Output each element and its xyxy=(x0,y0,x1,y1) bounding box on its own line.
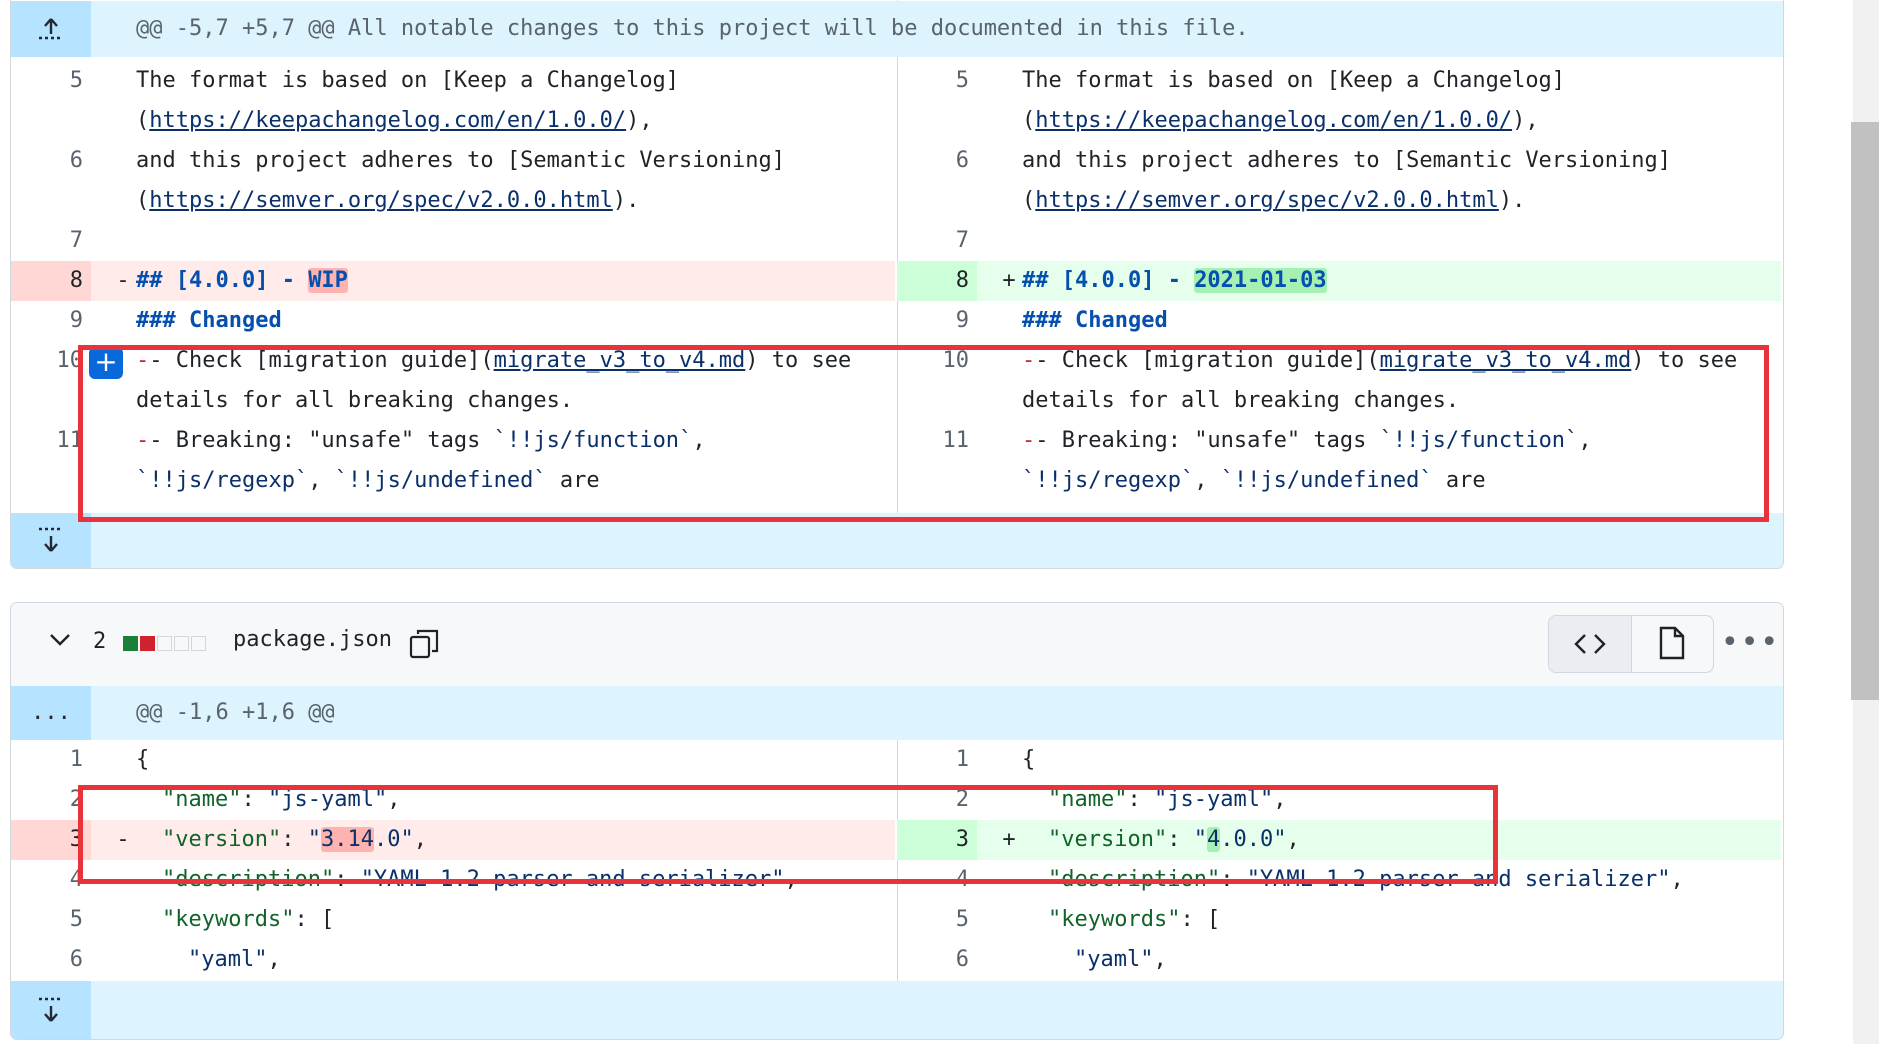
deleted-line: 3 - "version": "3.14.0", xyxy=(11,820,895,860)
expand-button[interactable]: ... xyxy=(11,686,91,740)
diff-file-package-json: 2 package.json ••• ... @@ -1,6 +1,6 @@ 1… xyxy=(10,602,1784,1040)
diff-row: 2 "name": "js-yaml", 2 "name": "js-yaml", xyxy=(69,787,1287,812)
diff-row: 11 -- Breaking: "unsafe" tags `!!js/func… xyxy=(56,428,1592,453)
source-diff-button[interactable] xyxy=(1549,616,1632,672)
added-line: 3 + "version": "4.0.0", xyxy=(897,820,1781,860)
scrollbar-thumb[interactable] xyxy=(1851,122,1879,700)
hunk-header-text: @@ -1,6 +1,6 @@ xyxy=(136,700,335,725)
expand-down-icon xyxy=(39,527,63,552)
change-count: 2 xyxy=(93,629,107,654)
diff-row-changed: 8 - ## [4.0.0] - WIP 8 + ## [4.0.0] - 20… xyxy=(11,261,1783,301)
added-line: 8 + ## [4.0.0] - 2021-01-03 xyxy=(897,261,1781,301)
diffstat-deleted xyxy=(140,636,155,651)
expand-down-icon xyxy=(39,997,63,1022)
diff-row-wrap: (https://keepachangelog.com/en/1.0.0/), … xyxy=(136,108,1539,133)
expand-down-button[interactable] xyxy=(11,981,91,1039)
hunk-header-text: @@ -5,7 +5,7 @@ All notable changes to t… xyxy=(136,16,1249,41)
expand-up-button[interactable] xyxy=(11,1,91,57)
file-header: 2 package.json ••• xyxy=(11,603,1783,687)
file-icon xyxy=(1659,626,1685,660)
expand-down-button[interactable] xyxy=(11,513,91,568)
plus-icon: + xyxy=(94,345,118,378)
diff-row: 7 7 xyxy=(69,228,969,253)
migration-guide-link[interactable]: migrate_v3_to_v4.md xyxy=(1380,348,1632,373)
semver-link[interactable]: https://semver.org/spec/v2.0.0.html xyxy=(1035,188,1499,213)
hunk-header: @@ -5,7 +5,7 @@ All notable changes to t… xyxy=(11,1,1783,57)
diff-row: 10 + -- Check [migration guide](migrate_… xyxy=(56,345,1738,379)
copy-icon xyxy=(409,629,439,659)
semver-link[interactable]: https://semver.org/spec/v2.0.0.html xyxy=(149,188,613,213)
code-icon xyxy=(1574,634,1606,654)
diff-row: 6 and this project adheres to [Semantic V… xyxy=(69,148,1672,173)
view-toggle xyxy=(1548,615,1714,673)
copy-path-button[interactable] xyxy=(408,628,440,664)
diff-row-wrap: details for all breaking changes. detail… xyxy=(136,388,1460,413)
expand-up-icon xyxy=(39,18,63,40)
diff-row: 4 "description": "YAML 1.2 parser and ser… xyxy=(69,867,1684,892)
diff-row: 1{ 1{ xyxy=(69,747,1036,772)
chevron-down-icon xyxy=(50,634,70,646)
changelog-link[interactable]: https://keepachangelog.com/en/1.0.0/ xyxy=(1035,108,1512,133)
diffstat-neutral xyxy=(191,636,206,651)
diff-row: 5 The format is based on [Keep a Changelo… xyxy=(69,68,1566,93)
rich-diff-button[interactable] xyxy=(1632,616,1713,672)
deleted-line: 8 - ## [4.0.0] - WIP xyxy=(11,261,895,301)
diff-row-wrap: (https://semver.org/spec/v2.0.0.html). (… xyxy=(136,188,1526,213)
changelog-link[interactable]: https://keepachangelog.com/en/1.0.0/ xyxy=(149,108,626,133)
expand-row xyxy=(11,513,1783,568)
hunk-header: ... @@ -1,6 +1,6 @@ xyxy=(11,686,1783,740)
diff-row: 5 "keywords": [ 5 "keywords": [ xyxy=(69,907,1221,932)
diff-row: 9 ### Changed 9 ### Changed xyxy=(69,308,1168,333)
migration-guide-link[interactable]: migrate_v3_to_v4.md xyxy=(494,348,746,373)
diff-row-changed: 3 - "version": "3.14.0", 3 + "version": … xyxy=(11,820,1783,860)
diff-row-wrap: `!!js/regexp`, `!!js/undefined` are `!!j… xyxy=(136,468,1486,493)
expand-row xyxy=(11,981,1783,1039)
add-comment-button[interactable]: + xyxy=(89,347,123,379)
kebab-icon[interactable]: ••• xyxy=(1721,625,1780,660)
diff-file-changelog: @@ -5,7 +5,7 @@ All notable changes to t… xyxy=(10,0,1784,569)
diffstat-neutral xyxy=(157,636,172,651)
collapse-toggle[interactable] xyxy=(47,627,73,659)
diffstat-added xyxy=(123,636,138,651)
diffstat-neutral xyxy=(174,636,189,651)
diff-row: 6 "yaml", 6 "yaml", xyxy=(69,947,1167,972)
file-name[interactable]: package.json xyxy=(233,627,392,652)
